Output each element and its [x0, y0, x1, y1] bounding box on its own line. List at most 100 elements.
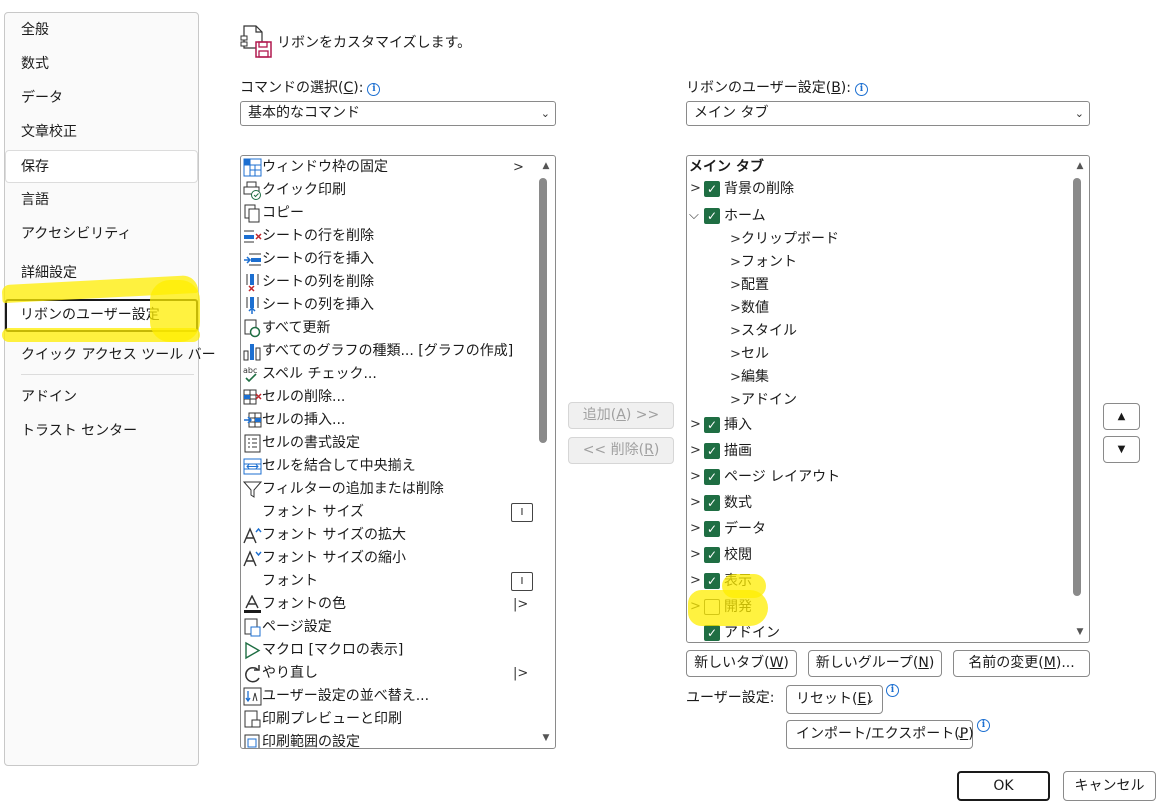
list-item[interactable]: シートの列を削除 [241, 271, 541, 294]
tree-subitem-cells[interactable]: > セル [687, 343, 1067, 366]
chevron-right-icon[interactable]: > [690, 438, 701, 464]
scrollbar-thumb[interactable] [1073, 178, 1081, 596]
reset-dropdown-button[interactable]: リセット(E) ⌄ [786, 685, 883, 714]
nav-item-save[interactable]: 保存 [5, 150, 198, 183]
choose-commands-dropdown[interactable]: 基本的なコマンド ⌄ [240, 101, 556, 126]
chevron-right-icon[interactable]: > [690, 568, 701, 594]
chevron-right-icon[interactable]: > [730, 320, 741, 343]
tree-item-developer[interactable]: > 開発 [687, 594, 1067, 620]
list-item[interactable]: シートの行を挿入 [241, 248, 541, 271]
checkbox[interactable]: ✓ [704, 469, 720, 485]
info-icon[interactable]: i [854, 83, 868, 96]
checkbox[interactable]: ✓ [704, 573, 720, 589]
ribbon-tree[interactable]: ▲ ▼ メイン タブ > ✓ 背景の削除 ⌵ ✓ ホーム > クリップボード > フォント … [686, 155, 1090, 643]
chevron-right-icon[interactable]: > [690, 176, 701, 202]
list-item[interactable]: フォント サイズ I [241, 501, 541, 524]
chevron-right-icon[interactable]: > [690, 542, 701, 568]
import-export-dropdown-button[interactable]: インポート/エクスポート(P) ⌄ [786, 720, 974, 749]
tree-item-draw[interactable]: > ✓ 描画 [687, 438, 1067, 464]
move-down-button[interactable]: ▼ [1103, 436, 1140, 463]
cancel-button[interactable]: キャンセル [1063, 771, 1156, 801]
commands-listbox[interactable]: ▲ ▼ ウィンドウ枠の固定 > クイック印刷 コピー シートの行を削除 シートの… [240, 155, 556, 749]
list-item[interactable]: フォントの色 |> [241, 593, 541, 616]
list-item[interactable]: フォント I [241, 570, 541, 593]
tree-item-formulas[interactable]: > ✓ 数式 [687, 490, 1067, 516]
tree-subitem-font[interactable]: > フォント [687, 251, 1067, 274]
rename-button[interactable]: 名前の変更(M)... [953, 650, 1090, 677]
scroll-down-arrow-icon[interactable]: ▼ [1074, 626, 1086, 638]
tree-subitem-editing[interactable]: > 編集 [687, 366, 1067, 389]
tree-subitem-addins[interactable]: > アドイン [687, 389, 1067, 412]
chevron-right-icon[interactable]: > [730, 389, 741, 412]
tree-subitem-alignment[interactable]: > 配置 [687, 274, 1067, 297]
list-item[interactable]: abc スペル チェック... [241, 363, 541, 386]
move-up-button[interactable]: ▲ [1103, 403, 1140, 430]
checkbox[interactable]: ✓ [704, 443, 720, 459]
info-icon[interactable]: i [886, 684, 899, 697]
chevron-right-icon[interactable]: > [690, 594, 701, 620]
add-button[interactable]: 追加(A) >> [568, 402, 674, 429]
tree-item-addins[interactable]: ✓ アドイン [687, 620, 1067, 642]
chevron-right-icon[interactable]: > [730, 274, 741, 297]
chevron-right-icon[interactable]: > [730, 251, 741, 274]
checkbox[interactable]: ✓ [704, 625, 720, 641]
list-item[interactable]: フィルターの追加または削除 [241, 478, 541, 501]
checkbox[interactable] [704, 599, 720, 615]
chevron-right-icon[interactable]: > [690, 464, 701, 490]
tree-item-review[interactable]: > ✓ 校閲 [687, 542, 1067, 568]
nav-item-addins[interactable]: アドイン [6, 381, 197, 414]
tree-subitem-clipboard[interactable]: > クリップボード [687, 228, 1067, 251]
info-icon[interactable]: i [977, 719, 990, 732]
list-item[interactable]: ユーザー設定の並べ替え... [241, 685, 541, 708]
list-item[interactable]: すべてのグラフの種類... [グラフの作成] [241, 340, 541, 363]
new-group-button[interactable]: 新しいグループ(N) [808, 650, 942, 677]
chevron-right-icon[interactable]: > [730, 228, 741, 251]
chevron-right-icon[interactable]: > [730, 343, 741, 366]
nav-item-trust-center[interactable]: トラスト センター [6, 415, 197, 448]
nav-item-customize-ribbon[interactable]: リボンのユーザー設定 [5, 299, 198, 332]
scroll-up-arrow-icon[interactable]: ▲ [1074, 160, 1086, 172]
scroll-up-arrow-icon[interactable]: ▲ [540, 160, 552, 172]
list-item[interactable]: 印刷プレビューと印刷 [241, 708, 541, 731]
list-item[interactable]: セルを結合して中央揃え [241, 455, 541, 478]
nav-item-general[interactable]: 全般 [6, 14, 197, 47]
chevron-right-icon[interactable]: > [690, 412, 701, 438]
nav-item-accessibility[interactable]: アクセシビリティ [6, 218, 197, 251]
tree-item-insert[interactable]: > ✓ 挿入 [687, 412, 1067, 438]
list-item[interactable]: シートの行を削除 [241, 225, 541, 248]
chevron-right-icon[interactable]: > [730, 297, 741, 320]
ok-button[interactable]: OK [957, 771, 1050, 801]
list-item[interactable]: クイック印刷 [241, 179, 541, 202]
remove-button[interactable]: << 削除(R) [568, 437, 674, 464]
list-item[interactable]: コピー [241, 202, 541, 225]
chevron-down-icon[interactable]: ⌵ [689, 203, 699, 229]
list-item[interactable]: すべて更新 [241, 317, 541, 340]
list-item[interactable]: マクロ [マクロの表示] [241, 639, 541, 662]
customize-ribbon-dropdown[interactable]: メイン タブ ⌄ [686, 101, 1090, 126]
nav-item-quick-access-toolbar[interactable]: クイック アクセス ツール バー [6, 339, 216, 372]
tree-item-home[interactable]: ⌵ ✓ ホーム [687, 203, 1067, 229]
list-item[interactable]: フォント サイズの拡大 [241, 524, 541, 547]
chevron-right-icon[interactable]: > [690, 516, 701, 542]
nav-item-advanced[interactable]: 詳細設定 [6, 257, 197, 290]
tree-item-page-layout[interactable]: > ✓ ページ レイアウト [687, 464, 1067, 490]
nav-item-formulas[interactable]: 数式 [6, 48, 197, 81]
list-item[interactable]: やり直し |> [241, 662, 541, 685]
tree-subitem-number[interactable]: > 数値 [687, 297, 1067, 320]
checkbox[interactable]: ✓ [704, 495, 720, 511]
checkbox[interactable]: ✓ [704, 521, 720, 537]
chevron-right-icon[interactable]: > [730, 366, 741, 389]
info-icon[interactable]: i [367, 83, 381, 96]
checkbox[interactable]: ✓ [704, 181, 720, 197]
nav-item-language[interactable]: 言語 [6, 184, 197, 217]
tree-subitem-styles[interactable]: > スタイル [687, 320, 1067, 343]
list-item[interactable]: フォント サイズの縮小 [241, 547, 541, 570]
scroll-down-arrow-icon[interactable]: ▼ [540, 732, 552, 744]
tree-item-view[interactable]: > ✓ 表示 [687, 568, 1067, 594]
list-item[interactable]: セルの削除... [241, 386, 541, 409]
tree-item-data[interactable]: > ✓ データ [687, 516, 1067, 542]
list-item[interactable]: セルの挿入... [241, 409, 541, 432]
list-item[interactable]: ページ設定 [241, 616, 541, 639]
list-item[interactable]: ウィンドウ枠の固定 > [241, 156, 541, 179]
new-tab-button[interactable]: 新しいタブ(W) [686, 650, 797, 677]
